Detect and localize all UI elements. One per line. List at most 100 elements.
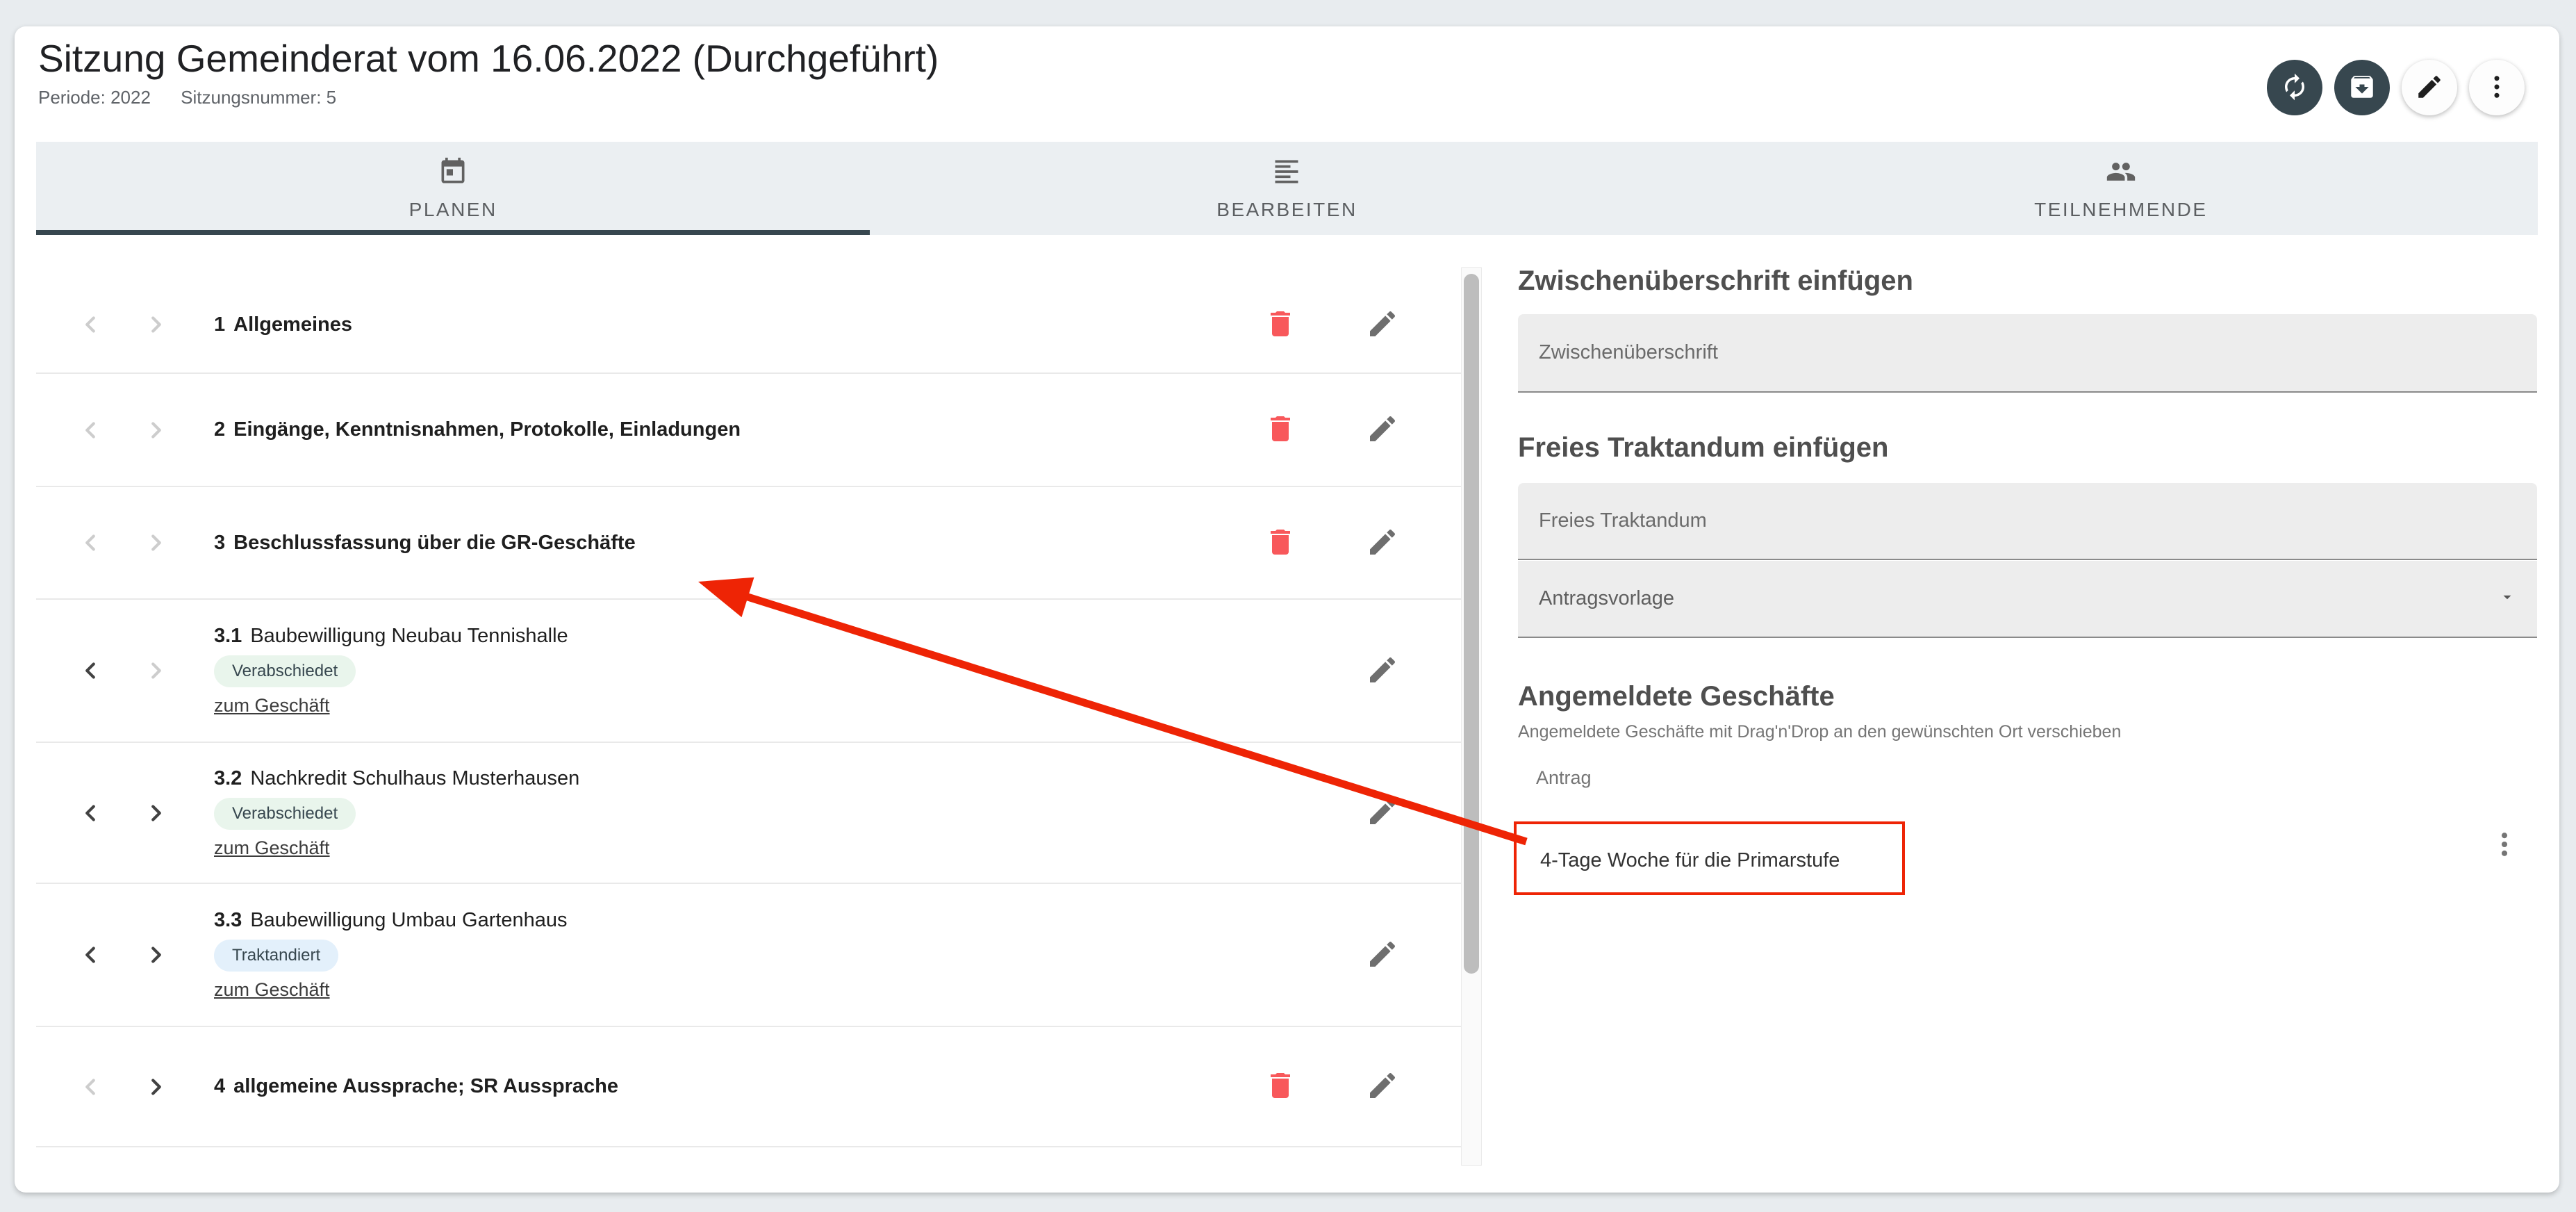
tab-bar: PLANEN BEARBEITEN TEILNEHMENDE xyxy=(36,142,2538,235)
edit-icon xyxy=(1366,653,1399,689)
agenda-item-title: 3Beschlussfassung über die GR-Geschäfte xyxy=(214,532,636,555)
subheading-input[interactable] xyxy=(1539,341,2516,364)
template-select-value: Antragsvorlage xyxy=(1539,587,1674,610)
tab-planen[interactable]: PLANEN xyxy=(36,142,870,235)
page-title: Sitzung Gemeinderat vom 16.06.2022 (Durc… xyxy=(38,36,2525,81)
edit-button[interactable] xyxy=(1358,518,1407,567)
scrollbar-thumb[interactable] xyxy=(1464,274,1479,974)
delete-icon xyxy=(1264,307,1297,343)
people-icon xyxy=(2106,156,2136,190)
active-tab-indicator xyxy=(36,230,870,235)
to-business-link[interactable]: zum Geschäft xyxy=(214,695,330,716)
list-spacer xyxy=(36,235,1461,277)
agenda-row-1: 1Allgemeines xyxy=(36,277,1461,374)
session-card: Sitzung Gemeinderat vom 16.06.2022 (Durc… xyxy=(15,26,2559,1193)
move-right-button[interactable] xyxy=(135,792,177,834)
delete-icon xyxy=(1264,412,1297,448)
subheading-field xyxy=(1518,314,2537,393)
archive-button[interactable] xyxy=(2334,60,2390,115)
delete-icon xyxy=(1264,525,1297,561)
status-badge: Traktandiert xyxy=(214,940,338,972)
edit-icon xyxy=(1366,412,1399,448)
agenda-row-3-3: 3.3Baubewilligung Umbau Gartenhaus Trakt… xyxy=(36,884,1461,1027)
session-meta: Periode: 2022 Sitzungsnummer: 5 xyxy=(38,87,2525,108)
planen-content: 1Allgemeines 2Eingänge, Kenntnisnahmen, … xyxy=(15,235,2559,1193)
dropdown-arrow-icon xyxy=(2498,588,2516,609)
move-left-button[interactable] xyxy=(69,409,111,451)
edit-icon xyxy=(1366,795,1399,830)
edit-icon xyxy=(2415,72,2444,104)
more-vert-icon xyxy=(2489,829,2520,862)
move-left-button[interactable] xyxy=(69,1066,111,1108)
move-right-button[interactable] xyxy=(135,409,177,451)
move-left-button[interactable] xyxy=(69,792,111,834)
to-business-link[interactable]: zum Geschäft xyxy=(214,979,330,1001)
agenda-list: 1Allgemeines 2Eingänge, Kenntnisnahmen, … xyxy=(36,235,1461,1147)
move-right-button[interactable] xyxy=(135,304,177,345)
delete-button[interactable] xyxy=(1256,406,1305,454)
calendar-icon xyxy=(438,156,468,190)
tab-label: PLANEN xyxy=(409,199,497,221)
more-vert-icon xyxy=(2482,72,2511,104)
edit-button[interactable] xyxy=(1358,646,1407,695)
agenda-item-title: 2Eingänge, Kenntnisnahmen, Protokolle, E… xyxy=(214,418,741,441)
registered-item[interactable]: 4-Tage Woche für die Primarstufe xyxy=(1540,849,1840,872)
delete-icon xyxy=(1264,1069,1297,1104)
align-left-icon xyxy=(1271,156,1302,190)
delete-button[interactable] xyxy=(1256,1063,1305,1111)
agenda-item-title: 1Allgemeines xyxy=(214,313,352,336)
status-badge: Verabschiedet xyxy=(214,655,356,687)
registered-item-menu-button[interactable] xyxy=(2480,821,2529,869)
edit-session-button[interactable] xyxy=(2402,60,2457,115)
move-left-button[interactable] xyxy=(69,522,111,564)
edit-icon xyxy=(1366,1069,1399,1104)
move-right-button[interactable] xyxy=(135,934,177,976)
edit-button[interactable] xyxy=(1358,789,1407,837)
sync-icon xyxy=(2280,72,2309,104)
agenda-row-3-1: 3.1Baubewilligung Neubau Tennishalle Ver… xyxy=(36,600,1461,743)
edit-button[interactable] xyxy=(1358,300,1407,349)
session-number-label: Sitzungsnummer: 5 xyxy=(181,87,336,108)
edit-button[interactable] xyxy=(1358,931,1407,979)
session-header: Sitzung Gemeinderat vom 16.06.2022 (Durc… xyxy=(15,26,2559,142)
tab-bearbeiten[interactable]: BEARBEITEN xyxy=(870,142,1703,235)
edit-icon xyxy=(1366,525,1399,561)
to-business-link[interactable]: zum Geschäft xyxy=(214,837,330,859)
sync-button[interactable] xyxy=(2267,60,2322,115)
registered-section-hint: Angemeldete Geschäfte mit Drag'n'Drop an… xyxy=(1518,722,2121,742)
agenda-item-title: 3.3Baubewilligung Umbau Gartenhaus xyxy=(214,909,568,932)
free-item-field xyxy=(1518,483,2537,560)
group-label-antrag: Antrag xyxy=(1536,767,1592,789)
archive-download-icon xyxy=(2347,72,2377,104)
agenda-row-3-2: 3.2Nachkredit Schulhaus Musterhausen Ver… xyxy=(36,743,1461,884)
agenda-item-title: 3.1Baubewilligung Neubau Tennishalle xyxy=(214,625,568,648)
move-left-button[interactable] xyxy=(69,650,111,691)
free-item-input[interactable] xyxy=(1539,509,2516,532)
period-label: Periode: 2022 xyxy=(38,87,151,108)
edit-icon xyxy=(1366,937,1399,973)
agenda-item-title: 3.2Nachkredit Schulhaus Musterhausen xyxy=(214,767,579,790)
move-right-button[interactable] xyxy=(135,650,177,691)
meeting-planner-page: { "header": { "title": "Sitzung Gemeinde… xyxy=(0,0,2576,1212)
edit-button[interactable] xyxy=(1358,1063,1407,1111)
agenda-row-3: 3Beschlussfassung über die GR-Geschäfte xyxy=(36,487,1461,600)
agenda-row-2: 2Eingänge, Kenntnisnahmen, Protokolle, E… xyxy=(36,374,1461,487)
list-scrollbar[interactable] xyxy=(1461,267,1482,1166)
delete-button[interactable] xyxy=(1256,300,1305,349)
header-actions xyxy=(2267,60,2525,115)
move-left-button[interactable] xyxy=(69,934,111,976)
move-left-button[interactable] xyxy=(69,304,111,345)
template-select[interactable]: Antragsvorlage xyxy=(1518,561,2537,638)
subheading-section-title: Zwischenüberschrift einfügen xyxy=(1518,265,1913,297)
move-right-button[interactable] xyxy=(135,1066,177,1108)
more-options-button[interactable] xyxy=(2469,60,2525,115)
agenda-row-4: 4allgemeine Aussprache; SR Aussprache xyxy=(36,1027,1461,1147)
move-right-button[interactable] xyxy=(135,522,177,564)
edit-button[interactable] xyxy=(1358,406,1407,454)
side-panel: Zwischenüberschrift einfügen Freies Trak… xyxy=(1518,235,2537,1193)
free-item-section-title: Freies Traktandum einfügen xyxy=(1518,432,1888,464)
registered-section-title: Angemeldete Geschäfte xyxy=(1518,681,1835,712)
delete-button[interactable] xyxy=(1256,518,1305,567)
tab-label: BEARBEITEN xyxy=(1216,199,1357,221)
tab-teilnehmende[interactable]: TEILNEHMENDE xyxy=(1704,142,2538,235)
